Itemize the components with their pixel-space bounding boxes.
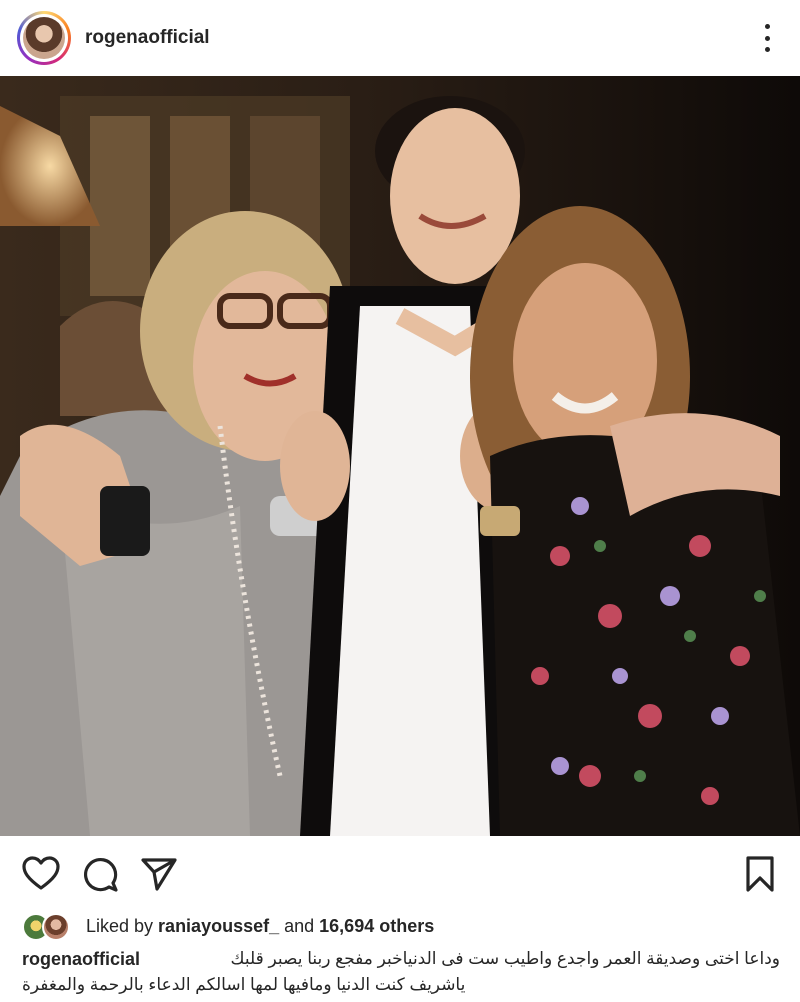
likes-count[interactable]: 16,694 others [319,916,434,936]
likes-summary[interactable]: Liked by raniayoussef_ and 16,694 others [22,911,782,941]
post-username[interactable]: rogenaofficial [85,27,210,49]
heart-icon[interactable] [21,854,61,894]
likes-text: Liked by raniayoussef_ and 16,694 others [86,916,434,937]
more-options-icon[interactable] [757,24,777,52]
avatar[interactable] [17,11,71,65]
liked-by-username[interactable]: raniayoussef_ [158,916,279,936]
caption-text-line1: وداعا اختى وصديقة العمر واجدع واطيب ست ف… [230,949,780,968]
liked-by-avatars [22,913,76,941]
send-icon[interactable] [139,854,179,894]
avatar [42,913,70,941]
caption-username[interactable]: rogenaofficial [22,949,140,970]
post-image[interactable] [0,76,800,836]
comment-icon[interactable] [80,854,120,894]
likes-prefix: Liked by [86,916,159,936]
likes-middle: and [279,916,320,936]
post-header: rogenaofficial [0,0,800,76]
caption-text-line2: ياشريف كنت الدنيا ومافيها لمها اسالكم ال… [22,975,466,994]
bookmark-icon[interactable] [740,854,780,894]
post-caption: rogenaofficial وداعا اختى وصديقة العمر و… [22,947,782,999]
post-actions [0,840,800,912]
